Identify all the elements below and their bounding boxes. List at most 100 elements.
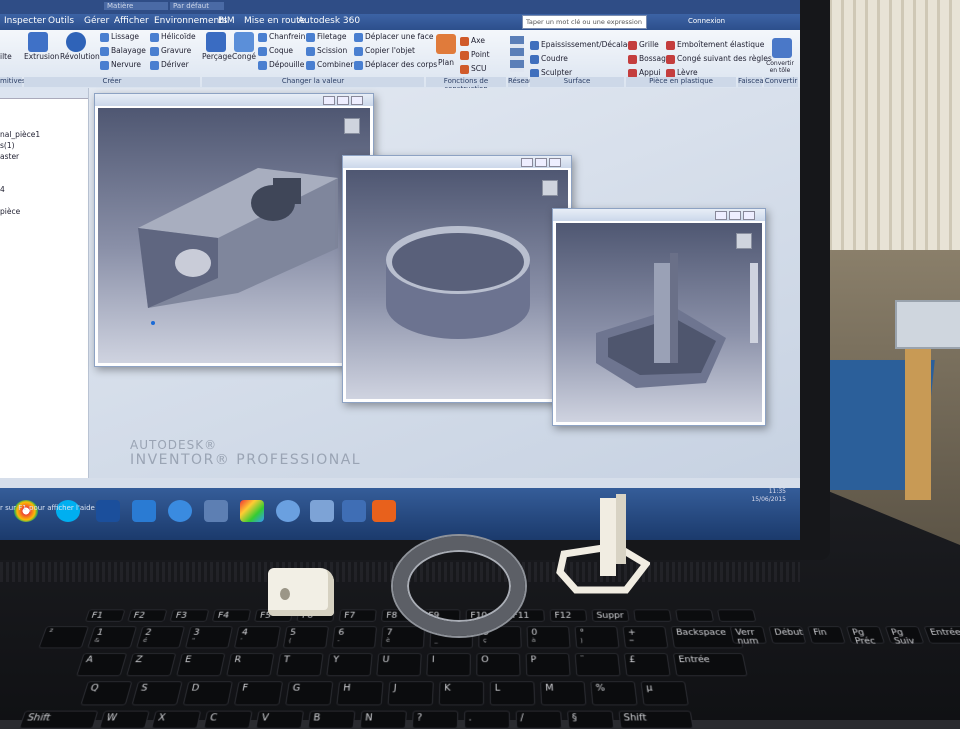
browser-item[interactable]: s(1): [0, 140, 88, 151]
copier-objet-button[interactable]: Copier l'objet: [365, 46, 415, 55]
close-icon[interactable]: [351, 96, 363, 105]
left-cut-label[interactable]: ilte: [0, 52, 12, 61]
browser-item[interactable]: nal_pièce1: [0, 129, 88, 140]
conge-regles-button[interactable]: Congé suivant des règles: [677, 54, 772, 63]
key[interactable]: 1 &: [87, 626, 137, 649]
minimize-icon[interactable]: [323, 96, 335, 105]
tab-bim[interactable]: BIM: [218, 16, 235, 26]
minimize-icon[interactable]: [715, 211, 727, 220]
maximize-icon[interactable]: [729, 211, 741, 220]
key[interactable]: Z: [126, 653, 177, 677]
key[interactable]: R: [226, 653, 275, 677]
coudre-button[interactable]: Coudre: [541, 54, 568, 63]
tab-inspect[interactable]: Inspecter: [4, 16, 46, 26]
document-window-ring[interactable]: [342, 155, 572, 403]
convert-button[interactable]: Convertir en tôle: [764, 60, 796, 74]
key[interactable]: [675, 609, 714, 622]
key[interactable]: F4: [211, 609, 252, 622]
chanfrein-button[interactable]: Chanfrein: [269, 32, 305, 41]
3d-viewport[interactable]: [98, 108, 370, 363]
key[interactable]: £: [623, 653, 671, 677]
key[interactable]: I: [426, 653, 471, 677]
tab-manage[interactable]: Gérer: [84, 16, 109, 26]
key[interactable]: [633, 609, 672, 622]
key[interactable]: H: [336, 681, 384, 706]
key[interactable]: 3 ": [185, 626, 233, 649]
nervure-button[interactable]: Nervure: [111, 60, 141, 69]
key[interactable]: F1: [84, 609, 126, 622]
lissage-button[interactable]: Lissage: [111, 32, 139, 41]
key[interactable]: F12: [549, 609, 588, 622]
key[interactable]: %: [590, 681, 638, 706]
close-icon[interactable]: [549, 158, 561, 167]
key[interactable]: D: [182, 681, 233, 706]
key[interactable]: A: [76, 653, 128, 677]
filetage-button[interactable]: Filetage: [317, 32, 346, 41]
axe-button[interactable]: Axe: [471, 36, 485, 45]
deplacer-corps-button[interactable]: Déplacer des corps: [365, 60, 437, 69]
document-window-part1[interactable]: [94, 93, 374, 367]
key[interactable]: F2: [127, 609, 168, 622]
key[interactable]: Entrée: [923, 626, 960, 644]
signin-link[interactable]: Connexion: [688, 17, 725, 25]
key[interactable]: 2é: [136, 626, 185, 649]
key[interactable]: µ: [640, 681, 689, 706]
key[interactable]: M: [540, 681, 587, 706]
plan-button[interactable]: Plan: [438, 58, 454, 67]
epaississement-button[interactable]: Epaississement/Décalage: [541, 40, 637, 49]
grille-button[interactable]: Grille: [639, 40, 659, 49]
key[interactable]: J: [387, 681, 434, 706]
close-icon[interactable]: [743, 211, 755, 220]
depouille-button[interactable]: Dépouille: [269, 60, 304, 69]
point-button[interactable]: Point: [471, 50, 490, 59]
key[interactable]: Q: [80, 681, 133, 706]
document-window-stand[interactable]: [552, 208, 766, 426]
levre-button[interactable]: Lèvre: [677, 68, 698, 77]
key[interactable]: [717, 609, 757, 622]
key[interactable]: ²: [38, 626, 89, 649]
sculpter-button[interactable]: Sculpter: [541, 68, 572, 77]
tab-view[interactable]: Afficher: [114, 16, 149, 26]
scission-button[interactable]: Scission: [317, 46, 347, 55]
key[interactable]: T: [276, 653, 324, 677]
key[interactable]: F: [233, 681, 284, 706]
key[interactable]: + =: [622, 626, 669, 649]
key[interactable]: Entrée: [672, 653, 748, 677]
key[interactable]: Fin: [807, 626, 846, 644]
key[interactable]: Pg Préc: [845, 626, 885, 646]
paint-icon[interactable]: [240, 500, 264, 522]
app-icon[interactable]: [96, 500, 120, 522]
percage-button[interactable]: Perçage: [202, 52, 232, 61]
cloud-icon[interactable]: [342, 500, 366, 522]
key[interactable]: 4 ': [233, 626, 281, 649]
key[interactable]: G: [285, 681, 334, 706]
browser-item[interactable]: 4: [0, 184, 88, 195]
key[interactable]: P: [525, 653, 571, 677]
deplacer-face-button[interactable]: Déplacer une face: [365, 32, 434, 41]
key[interactable]: U: [376, 653, 422, 677]
itunes-icon[interactable]: [276, 500, 300, 522]
key[interactable]: 7è: [380, 626, 425, 649]
browser-item[interactable]: aster: [0, 151, 88, 162]
material-dropdown[interactable]: Matière: [104, 2, 168, 10]
tab-environments[interactable]: Environnements: [154, 16, 227, 26]
key[interactable]: Verr num: [729, 626, 767, 646]
media-icon[interactable]: [132, 500, 156, 522]
tab-autodesk-360[interactable]: Autodesk 360: [298, 16, 360, 26]
key[interactable]: S: [131, 681, 183, 706]
key[interactable]: L: [489, 681, 536, 706]
key[interactable]: ¨: [574, 653, 621, 677]
key[interactable]: Début: [768, 626, 807, 644]
browser-item[interactable]: pièce: [0, 206, 88, 217]
key[interactable]: K: [438, 681, 485, 706]
folder-icon[interactable]: [204, 500, 228, 522]
scu-button[interactable]: SCU: [471, 64, 487, 73]
revolution-button[interactable]: Révolution: [60, 52, 100, 61]
search-input[interactable]: Taper un mot clé ou une expression: [522, 15, 647, 29]
files-icon[interactable]: [310, 500, 334, 522]
key[interactable]: Y: [326, 653, 373, 677]
display-dropdown[interactable]: Par défaut: [170, 2, 224, 10]
combiner-button[interactable]: Combiner: [317, 60, 353, 69]
key[interactable]: F7: [338, 609, 377, 622]
extrusion-button[interactable]: Extrusion: [24, 52, 59, 61]
